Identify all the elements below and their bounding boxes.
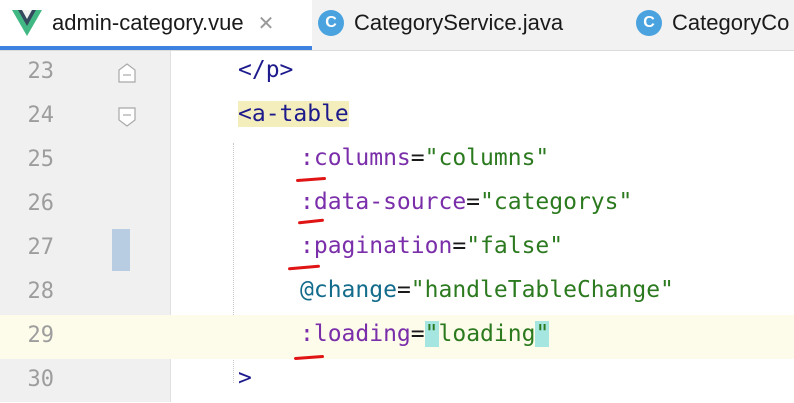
code-line-current: 29 :loading="loading" — [0, 315, 794, 361]
tab-label: CategoryService.java — [354, 10, 564, 35]
code-text: :loading="loading" — [300, 321, 550, 347]
attribute-name: :columns — [300, 145, 411, 171]
attribute-name: :pagination — [300, 233, 453, 259]
attribute-value: "columns" — [424, 145, 550, 171]
tab-label: admin-category.vue — [52, 10, 244, 35]
code-line: 23 </p> — [0, 51, 794, 95]
editor-tab-bar: admin-category.vue ✕ C CategoryService.j… — [0, 0, 794, 51]
attribute-value: "handleTableChange" — [410, 277, 674, 303]
tab-label: CategoryCo — [672, 10, 790, 35]
red-underline-annotation — [287, 264, 321, 271]
code-line: 30 > — [0, 359, 794, 403]
close-icon[interactable]: ✕ — [258, 11, 275, 36]
quote-close: " — [535, 321, 550, 347]
fold-end-icon[interactable] — [118, 63, 136, 83]
line-number: 27 — [27, 235, 55, 260]
code-editor[interactable]: 23 </p> 24 <a-table 25 :columns="columns… — [0, 51, 794, 402]
attribute-name: :loading — [300, 321, 411, 347]
equals-sign: = — [410, 321, 425, 347]
line-number: 24 — [27, 103, 55, 128]
line-number: 29 — [27, 323, 55, 348]
red-underline-annotation — [295, 176, 327, 183]
code-text: > — [238, 365, 252, 391]
equals-sign: = — [452, 233, 467, 259]
class-icon: C — [318, 10, 344, 36]
tab-admin-category-vue[interactable]: admin-category.vue ✕ — [0, 0, 312, 50]
code-text: </p> — [238, 57, 294, 83]
attribute-value: loading — [438, 321, 536, 347]
code-text: :columns="columns" — [300, 145, 549, 171]
code-text: :data-source="categorys" — [300, 189, 632, 215]
line-number: 28 — [27, 279, 55, 304]
tab-category-controller[interactable]: C CategoryCo — [636, 0, 789, 46]
vue-icon — [12, 10, 42, 36]
code-line: 25 :columns="columns" — [0, 139, 794, 183]
fold-start-icon[interactable] — [118, 107, 136, 127]
red-underline-annotation — [297, 218, 325, 225]
attribute-name: :data-source — [300, 189, 467, 215]
code-text: :pagination="false" — [300, 233, 563, 259]
code-line: 24 <a-table — [0, 95, 794, 139]
code-line: 26 :data-source="categorys" — [0, 183, 794, 227]
line-number: 23 — [27, 59, 55, 84]
equals-sign: = — [466, 189, 481, 215]
line-number: 25 — [27, 147, 55, 172]
attribute-value: "false" — [466, 233, 564, 259]
attribute-value: "categorys" — [480, 189, 633, 215]
code-line: 27 :pagination="false" — [0, 227, 794, 271]
equals-sign: = — [410, 145, 425, 171]
class-icon: C — [636, 10, 662, 36]
tab-category-service-java[interactable]: C CategoryService.java — [318, 0, 563, 46]
code-text: @change="handleTableChange" — [300, 277, 674, 303]
quote-open: " — [424, 321, 439, 347]
line-number: 26 — [27, 191, 55, 216]
code-text: <a-table — [238, 101, 349, 127]
equals-sign: = — [396, 277, 411, 303]
change-marker[interactable] — [112, 229, 130, 271]
code-line: 28 @change="handleTableChange" — [0, 271, 794, 315]
attribute-name: @change — [300, 277, 397, 303]
line-number: 30 — [27, 367, 55, 392]
